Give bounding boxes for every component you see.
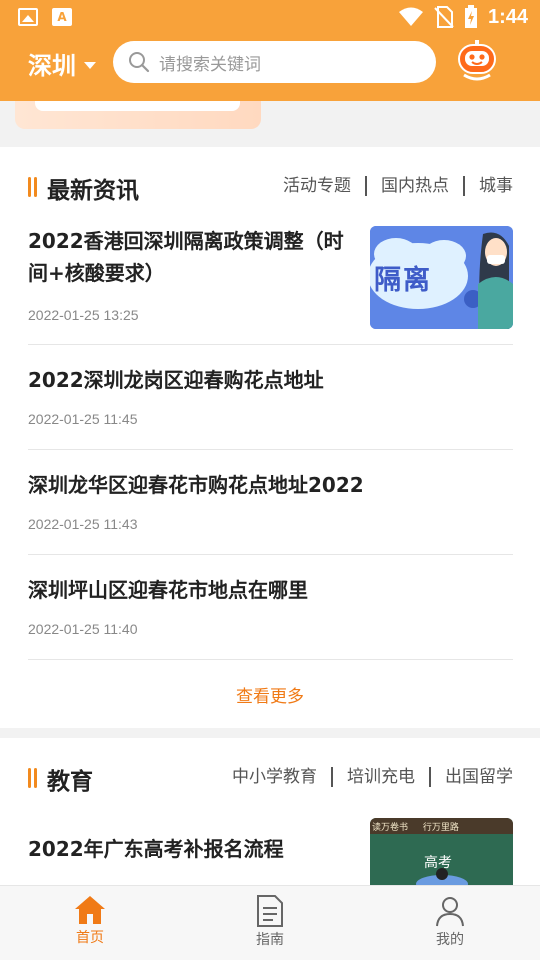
- news-item[interactable]: 2022深圳龙岗区迎春购花点地址 2022-01-25 11:45: [28, 345, 513, 450]
- tab-training[interactable]: 培训充电: [331, 767, 429, 787]
- bottom-tab-bar: 首页 指南 我的: [0, 885, 540, 960]
- font-a-icon: A: [52, 8, 72, 26]
- battery-charging-icon: [464, 5, 477, 28]
- news-item-thumbnail: 隔离: [370, 226, 513, 329]
- image-icon: [18, 8, 38, 26]
- tab-profile[interactable]: 我的: [360, 886, 540, 960]
- home-icon: [75, 896, 105, 924]
- education-item[interactable]: 2022年广东高考补报名流程 读万卷书 行万里路 高考: [28, 818, 513, 888]
- news-item-date: 2022-01-25 11:43: [28, 516, 138, 532]
- news-item-title: 深圳龙华区迎春花市购花点地址2022: [28, 473, 364, 497]
- news-item[interactable]: 深圳坪山区迎春花市地点在哪里 2022-01-25 11:40: [28, 555, 513, 660]
- news-item-title: 2022深圳龙岗区迎春购花点地址: [28, 368, 324, 392]
- search-icon: [129, 52, 150, 73]
- tab-activities[interactable]: 活动专题: [269, 176, 365, 196]
- education-section-title: 教育: [47, 769, 93, 795]
- tab-home[interactable]: 首页: [0, 886, 180, 960]
- tab-domestic-hot[interactable]: 国内热点: [365, 176, 463, 196]
- education-section: 教育 中小学教育 培训充电 出国留学 2022年广东高考补报名流程 读万卷书 行…: [0, 738, 540, 888]
- app-header: 深圳 请搜索关键词: [0, 36, 540, 101]
- search-input[interactable]: 请搜索关键词: [113, 41, 436, 83]
- tab-guide-label: 指南: [256, 932, 284, 948]
- user-icon: [436, 897, 464, 927]
- education-item-thumbnail: 读万卷书 行万里路 高考: [370, 818, 513, 888]
- status-time: 1:44: [487, 5, 528, 28]
- tab-home-label: 首页: [76, 930, 104, 946]
- section-marker: [28, 768, 37, 788]
- news-section-header: 最新资讯 活动专题 国内热点 城事: [0, 147, 540, 227]
- banner-card[interactable]: [15, 101, 261, 129]
- news-item[interactable]: 2022香港回深圳隔离政策调整（时间+核酸要求） 2022-01-25 13:2…: [28, 225, 513, 345]
- news-item-title: 2022香港回深圳隔离政策调整（时间+核酸要求）: [28, 229, 344, 285]
- section-marker: [28, 177, 37, 197]
- news-section: 最新资讯 活动专题 国内热点 城事 2022香港回深圳隔离政策调整（时间+核酸要…: [0, 147, 540, 728]
- tab-city-affairs[interactable]: 城事: [463, 176, 513, 196]
- education-tabs: 中小学教育 培训充电 出国留学: [218, 767, 513, 787]
- news-item-date: 2022-01-25 11:45: [28, 411, 138, 427]
- news-tabs: 活动专题 国内热点 城事: [269, 176, 513, 196]
- thumbnail-text: 隔离: [374, 265, 432, 296]
- wifi-icon: [398, 7, 423, 26]
- chevron-down-icon: [84, 61, 96, 69]
- document-icon: [257, 895, 283, 927]
- news-item-date: 2022-01-25 13:25: [28, 307, 139, 323]
- news-item-date: 2022-01-25 11:40: [28, 621, 138, 637]
- news-section-title: 最新资讯: [47, 178, 139, 204]
- news-item-title: 深圳坪山区迎春花市地点在哪里: [28, 578, 308, 602]
- view-more-button[interactable]: 查看更多: [0, 682, 540, 707]
- no-sim-icon: [434, 6, 454, 28]
- education-item-title: 2022年广东高考补报名流程: [28, 837, 284, 861]
- tab-profile-label: 我的: [436, 932, 464, 948]
- banner-area: [0, 101, 540, 147]
- banner-inner: [35, 101, 240, 111]
- education-section-header: 教育 中小学教育 培训充电 出国留学: [0, 738, 540, 818]
- news-item[interactable]: 深圳龙华区迎春花市购花点地址2022 2022-01-25 11:43: [28, 450, 513, 555]
- city-label: 深圳: [28, 52, 76, 80]
- robot-face-icon[interactable]: [456, 39, 498, 83]
- search-placeholder: 请搜索关键词: [159, 54, 261, 75]
- city-selector[interactable]: 深圳: [28, 46, 96, 81]
- tab-study-abroad[interactable]: 出国留学: [429, 767, 513, 787]
- status-bar: A 1:44: [0, 0, 540, 36]
- tab-k12-education[interactable]: 中小学教育: [218, 767, 331, 787]
- tab-guide[interactable]: 指南: [180, 886, 360, 960]
- student-illustration: [416, 868, 468, 888]
